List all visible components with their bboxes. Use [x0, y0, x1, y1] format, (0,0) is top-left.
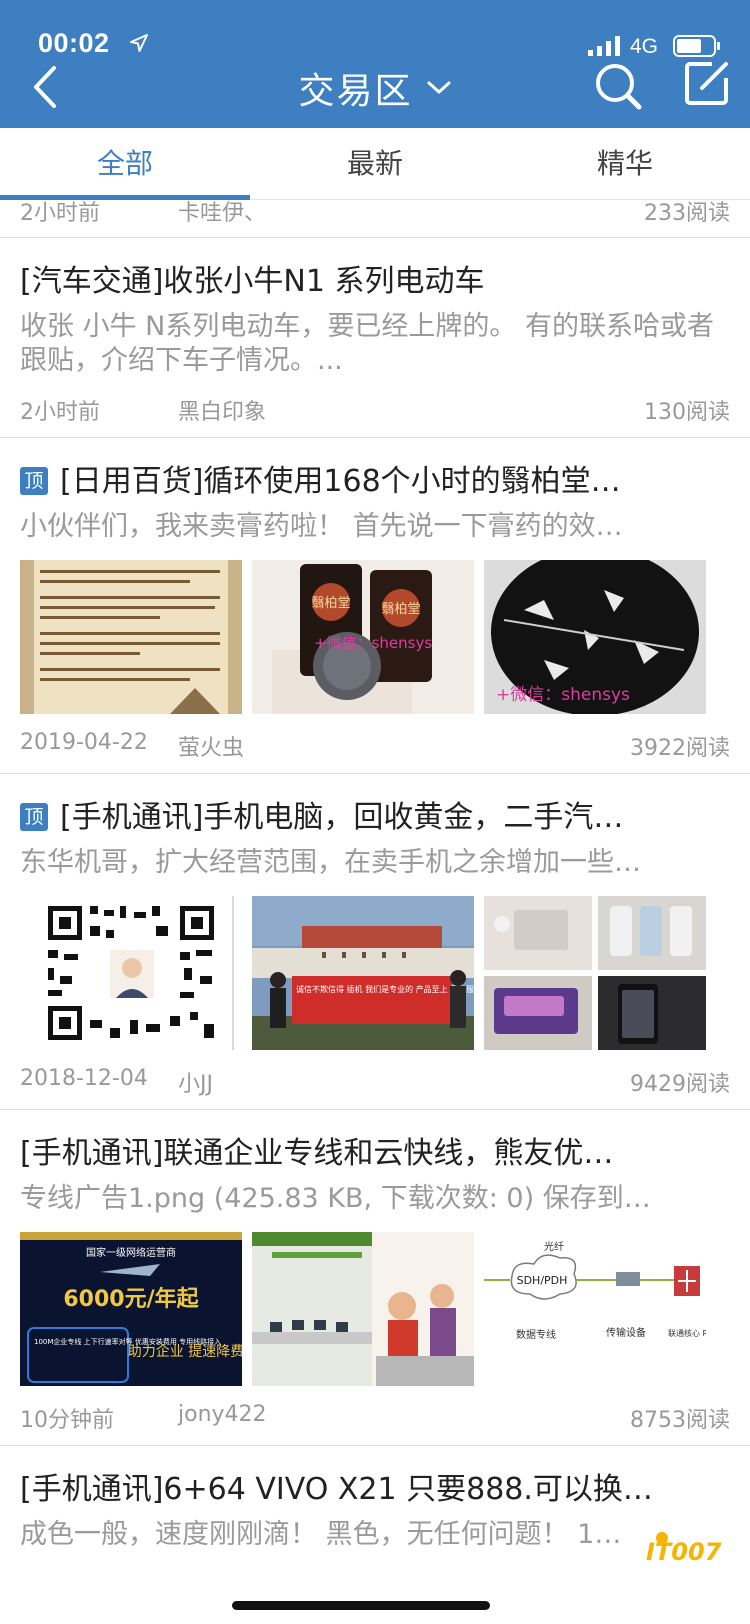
- watermark-text: IT007: [646, 1538, 722, 1566]
- pinned-badge: 顶: [20, 467, 48, 495]
- tab-featured[interactable]: 精华: [500, 128, 750, 200]
- post-author[interactable]: 萤火虫: [178, 730, 244, 762]
- post-title[interactable]: [手机通讯]联通企业专线和云快线，熊友优…: [20, 1128, 730, 1172]
- post-excerpt: 专线广告1.png (425.83 KB, 下载次数: 0) 保存到…: [20, 1183, 651, 1214]
- post-item[interactable]: [手机通讯]6+64 VIVO X21 只要888.可以换… 成色一般，速度刚刚…: [0, 1446, 750, 1624]
- ad-org-text: 国家一级网络运营商: [86, 1246, 176, 1259]
- diagram-text: 数据专线: [516, 1328, 556, 1341]
- post-meta: 2小时前 卡哇伊、 233阅读: [20, 200, 730, 227]
- post-read-count: 130阅读: [644, 400, 730, 425]
- post-date: 10分钟前: [20, 1408, 114, 1433]
- post-item[interactable]: 2小时前 卡哇伊、 233阅读: [0, 200, 750, 238]
- post-date: 2018-12-04: [20, 1066, 148, 1091]
- app-header: 00:02 4G 交易区: [0, 0, 750, 128]
- post-title[interactable]: 顶 [手机通讯]手机电脑，回收黄金，二手汽…: [20, 792, 730, 836]
- post-thumbnail-products-collage[interactable]: [484, 896, 706, 1050]
- post-meta: 10分钟前 jony422 8753阅读: [20, 1402, 730, 1433]
- post-thumbnail-plaster[interactable]: +微信：shensys: [484, 560, 706, 714]
- post-date: 2小时前: [20, 201, 100, 226]
- diagram-text: SDH/PDH: [517, 1274, 568, 1287]
- post-excerpt: 小伙伴们，我来卖膏药啦！ 首先说一下膏药的效…: [20, 511, 623, 542]
- post-read-count: 8753阅读: [630, 1408, 730, 1433]
- post-thumbnail-banner-photo[interactable]: 诚信不欺信得 插机 我们是专业的 产品至上 用心服务 认准东华机哥！: [252, 896, 474, 1050]
- post-read-count: 9429阅读: [630, 1072, 730, 1097]
- post-read-count: 233阅读: [644, 201, 730, 226]
- status-time: 00:02: [38, 28, 110, 58]
- post-date: 2019-04-22: [20, 730, 148, 755]
- ad-price-text: 6000元/年起: [63, 1286, 199, 1312]
- banner-text: 诚信不欺信得 插机 我们是专业的 产品至上 用心服务 认准东华机哥！: [296, 984, 474, 994]
- post-thumbnail-qr-code[interactable]: [20, 896, 242, 1050]
- watermark-text: +微信：shensys: [496, 685, 630, 705]
- post-meta: 2018-12-04 小JJ 9429阅读: [20, 1066, 730, 1098]
- site-watermark-logo: IT007: [646, 1532, 722, 1566]
- search-icon[interactable]: [592, 60, 644, 112]
- post-thumbnail-text-scroll[interactable]: [20, 560, 242, 714]
- post-thumbnails: 国家一级网络运营商 6000元/年起 100M企业专线 上下行速率对等 优惠安装…: [20, 1232, 730, 1386]
- post-excerpt: 成色一般，速度刚刚滴！ 黑色，无任何问题！ 1…: [20, 1519, 622, 1550]
- post-thumbnail-plaster-packs[interactable]: 翳柏堂 翳柏堂 +微信：shensys: [252, 560, 474, 714]
- package-brand-text: 翳柏堂: [311, 596, 350, 611]
- post-title[interactable]: [手机通讯]6+64 VIVO X21 只要888.可以换…: [20, 1464, 730, 1508]
- post-author[interactable]: jony422: [178, 1402, 267, 1427]
- post-thumbnail-ad-poster[interactable]: 国家一级网络运营商 6000元/年起 100M企业专线 上下行速率对等 优惠安装…: [20, 1232, 242, 1386]
- battery-icon: [673, 35, 720, 57]
- post-thumbnails: 诚信不欺信得 插机 我们是专业的 产品至上 用心服务 认准东华机哥！: [20, 896, 730, 1050]
- nav-bar: 交易区: [0, 60, 750, 128]
- post-thumbnails: 翳柏堂 翳柏堂 +微信：shensys +微信：shensys: [20, 560, 730, 714]
- chevron-down-icon: [427, 81, 451, 94]
- post-item[interactable]: 顶 [手机通讯]手机电脑，回收黄金，二手汽… 东华机哥，扩大经营范围，在卖手机之余…: [0, 774, 750, 1110]
- post-thumbnail-office-cartoon[interactable]: [252, 1232, 474, 1386]
- post-title[interactable]: [汽车交通]收张小牛N1 系列电动车: [20, 256, 730, 300]
- post-list: 2小时前 卡哇伊、 233阅读 [汽车交通]收张小牛N1 系列电动车 收张 小牛…: [0, 200, 750, 1624]
- post-title-text: [手机通讯]手机电脑，回收黄金，二手汽…: [60, 800, 624, 835]
- pinned-badge: 顶: [20, 803, 48, 831]
- post-author[interactable]: 小JJ: [178, 1066, 213, 1098]
- tab-latest[interactable]: 最新: [250, 128, 500, 200]
- network-type: 4G: [630, 35, 659, 58]
- watermark-text: +微信：shensys: [314, 634, 432, 652]
- post-meta: 2019-04-22 萤火虫 3922阅读: [20, 730, 730, 762]
- diagram-text: 光纤: [544, 1240, 564, 1253]
- diagram-text: 传输设备: [606, 1326, 646, 1339]
- location-arrow-icon: [130, 34, 148, 52]
- diagram-text: 联通核心 Router: [668, 1328, 706, 1338]
- ad-slogan-text: 助力企业 提速降费: [128, 1343, 242, 1360]
- post-thumbnail-network-diagram[interactable]: 光纤 SDH/PDH 数据专线 传输设备 联通核心 Router: [484, 1232, 706, 1386]
- post-item[interactable]: [手机通讯]联通企业专线和云快线，熊友优… 专线广告1.png (425.83 …: [0, 1110, 750, 1446]
- post-item[interactable]: [汽车交通]收张小牛N1 系列电动车 收张 小牛 N系列电动车，要已经上牌的。 …: [0, 238, 750, 438]
- category-tabs: 全部 最新 精华: [0, 128, 750, 200]
- signal-icon: [588, 36, 620, 56]
- home-indicator[interactable]: [232, 1601, 490, 1610]
- post-title-text: [日用百货]循环使用168个小时的翳柏堂…: [60, 464, 621, 499]
- tab-all[interactable]: 全部: [0, 128, 250, 200]
- post-excerpt: 东华机哥，扩大经营范围，在卖手机之余增加一些…: [20, 847, 641, 878]
- post-author[interactable]: 卡哇伊、: [178, 200, 266, 227]
- post-title[interactable]: 顶 [日用百货]循环使用168个小时的翳柏堂…: [20, 456, 730, 500]
- post-read-count: 3922阅读: [630, 736, 730, 761]
- post-item[interactable]: 顶 [日用百货]循环使用168个小时的翳柏堂… 小伙伴们，我来卖膏药啦！ 首先说一…: [0, 438, 750, 774]
- status-bar: 00:02 4G: [0, 0, 750, 60]
- post-date: 2小时前: [20, 400, 100, 425]
- package-brand-text: 翳柏堂: [381, 602, 420, 617]
- post-author[interactable]: 黑白印象: [178, 394, 266, 426]
- post-meta: 2小时前 黑白印象 130阅读: [20, 394, 730, 426]
- page-title: 交易区: [298, 71, 413, 112]
- post-excerpt: 收张 小牛 N系列电动车，要已经上牌的。 有的联系哈或者跟贴，介绍下车子情况。.…: [20, 311, 714, 376]
- compose-icon[interactable]: [682, 58, 732, 108]
